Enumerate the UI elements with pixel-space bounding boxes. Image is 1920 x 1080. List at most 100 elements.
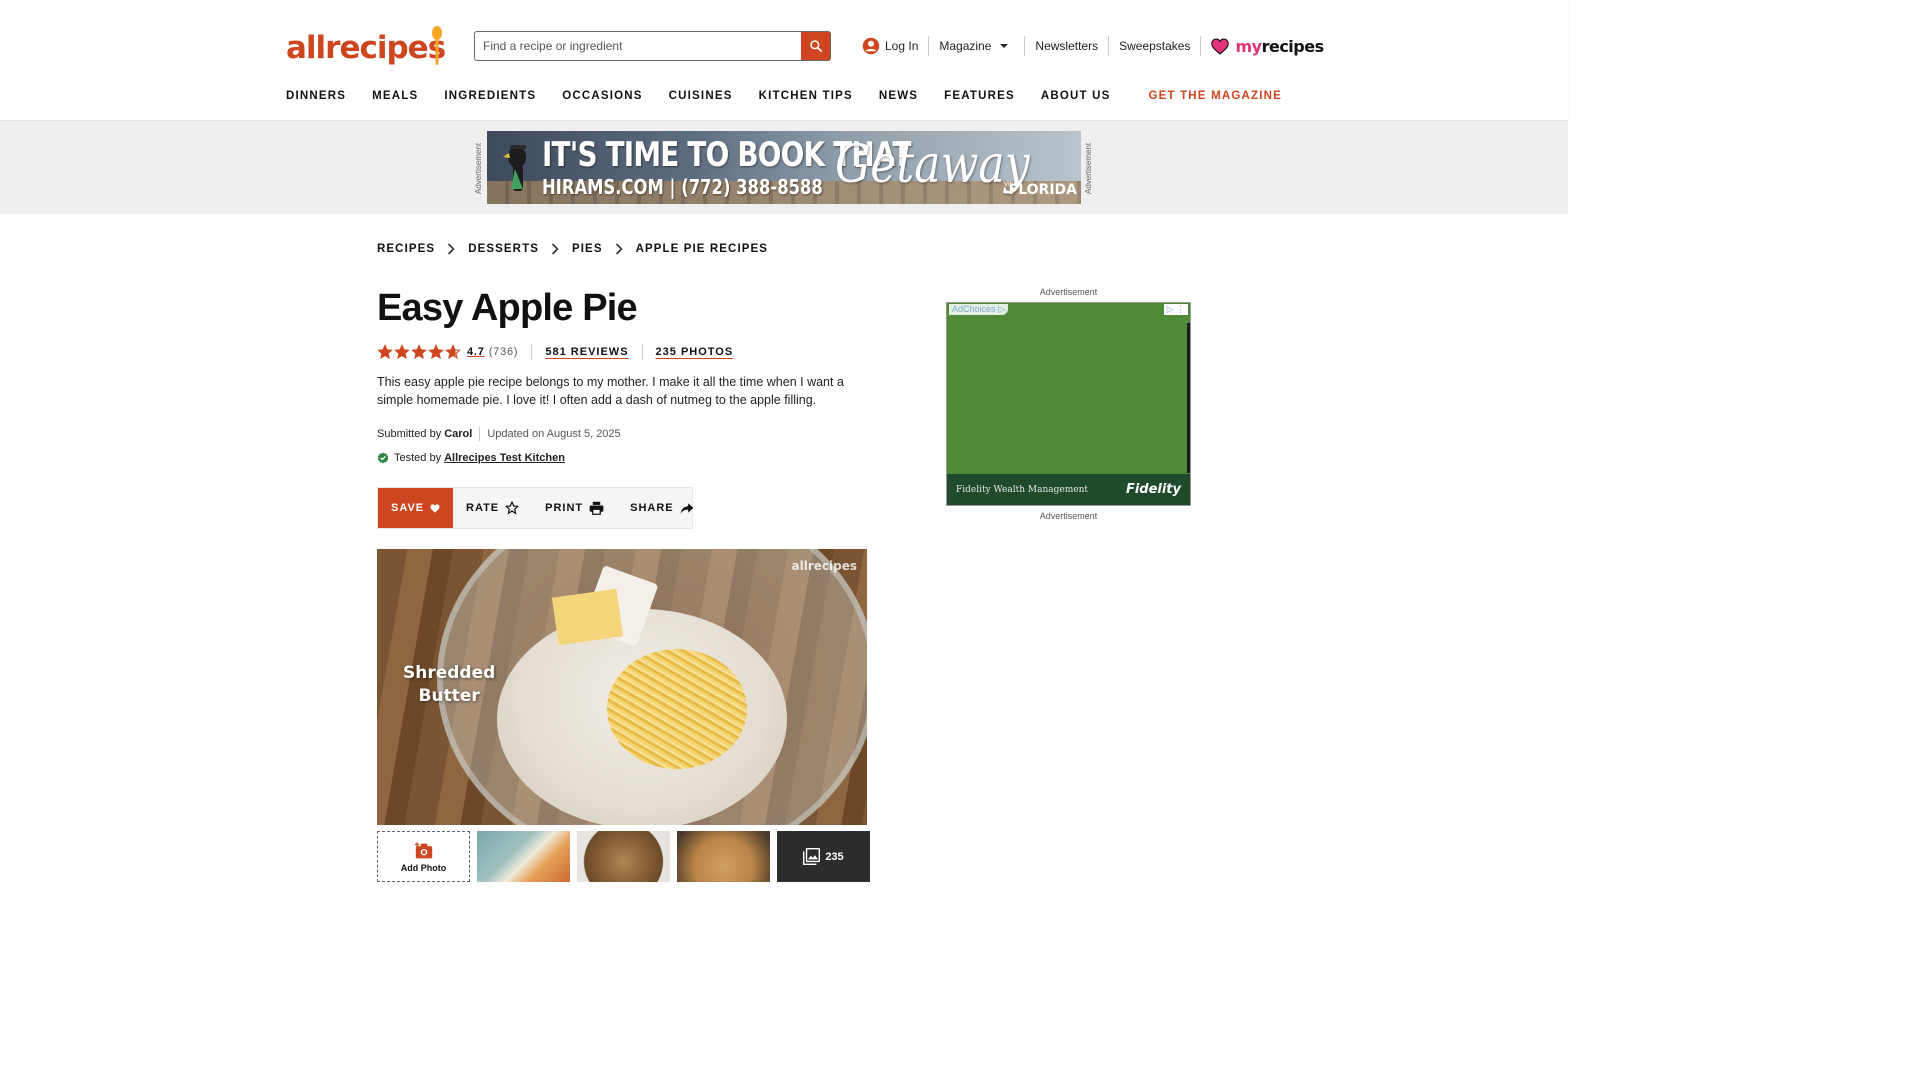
myrecipes-link[interactable]: myrecipes [1201, 36, 1333, 56]
gallery-icon [803, 848, 821, 865]
rating-value: 4.7 [467, 346, 485, 358]
nav-dinners[interactable]: DINNERS [286, 90, 346, 102]
add-photo-label: Add Photo [400, 863, 447, 873]
ad-brand-logo: Fidelity [1125, 482, 1181, 497]
divider [531, 344, 533, 360]
star-full-icon [377, 344, 393, 360]
ad-footer: Fidelity Wealth Management Fidelity [947, 474, 1190, 505]
print-button[interactable]: PRINT [532, 488, 617, 528]
chevron-right-icon [551, 243, 559, 255]
author-name[interactable]: Carol [444, 428, 472, 440]
ad-strip [1187, 323, 1190, 473]
video-watermark: allrecipes [791, 559, 857, 573]
main-nav: DINNERS MEALS INGREDIENTS OCCASIONS CUIS… [286, 90, 1111, 102]
divider [641, 344, 643, 360]
rating-row: 4.7 (736) 581 REVIEWS 235 PHOTOS [377, 343, 733, 361]
breadcrumb-recipes[interactable]: RECIPES [377, 243, 435, 255]
photo-count: 235 [825, 850, 844, 863]
photo-thumbnail[interactable] [577, 831, 670, 882]
submitted-by-label: Submitted by [377, 428, 442, 440]
breadcrumb-desserts[interactable]: DESSERTS [468, 243, 539, 255]
newsletters-label: Newsletters [1035, 39, 1099, 53]
advertisement-label: Advertisement [1039, 287, 1098, 297]
advertisement-label: Advertisement [1039, 511, 1098, 521]
nav-kitchen-tips[interactable]: KITCHEN TIPS [759, 90, 853, 102]
nav-meals[interactable]: MEALS [372, 90, 418, 102]
byline: Submitted by Carol Updated on August 5, … [377, 427, 621, 441]
star-rating[interactable] [377, 344, 461, 360]
printer-icon [589, 501, 604, 515]
tested-by: Tested by Allrecipes Test Kitchen [377, 452, 565, 464]
caret-down-icon [1000, 44, 1009, 48]
magazine-label: Magazine [939, 39, 992, 53]
parrot-icon [503, 145, 526, 191]
save-label: SAVE [391, 502, 425, 514]
adchoices-badge[interactable]: AdChoices ▷ [949, 304, 1008, 315]
rating-count: (736) [488, 346, 519, 358]
breadcrumb-pies[interactable]: PIES [572, 243, 603, 255]
ad-sponsor: Fidelity Wealth Management [956, 484, 1088, 495]
nav-ingredients[interactable]: INGREDIENTS [444, 90, 536, 102]
utility-nav: Log In Magazine Newsletters Sweepstakes … [862, 35, 1334, 57]
verified-check-icon [377, 452, 389, 464]
star-outline-icon [505, 501, 520, 515]
reviews-link[interactable]: 581 REVIEWS [545, 346, 628, 358]
sweepstakes-link[interactable]: Sweepstakes [1109, 36, 1200, 56]
myrecipes-my: my [1235, 36, 1262, 56]
recipe-video[interactable]: Shredded Butter allrecipes [377, 549, 867, 825]
nav-features[interactable]: FEATURES [944, 90, 1015, 102]
nav-cuisines[interactable]: CUISINES [669, 90, 733, 102]
save-button[interactable]: SAVE [378, 488, 453, 528]
nav-news[interactable]: NEWS [879, 90, 918, 102]
heart-icon [1211, 37, 1230, 55]
search-button[interactable] [801, 32, 830, 60]
banner-script: Getaway [835, 135, 1030, 195]
get-the-magazine-link[interactable]: GET THE MAGAZINE [1148, 90, 1282, 102]
banner-subline: HIRAMS.COM | (772) 388-8588 [542, 175, 823, 199]
newsletters-link[interactable]: Newsletters [1025, 36, 1108, 56]
star-full-icon [394, 344, 410, 360]
advertisement-label: Advertisement [1084, 142, 1093, 194]
photo-thumbnail[interactable] [677, 831, 770, 882]
rate-label: RATE [466, 502, 500, 514]
photo-thumbnail[interactable] [477, 831, 570, 882]
video-caption: Shredded Butter [403, 662, 495, 708]
nav-occasions[interactable]: OCCASIONS [562, 90, 642, 102]
recipe-actions: SAVE RATE PRINT SHARE [377, 487, 694, 529]
adchoices-label: AdChoices [952, 304, 996, 314]
video-butter [551, 588, 624, 646]
banner-florida: FLORIDA [1008, 182, 1077, 198]
ad-options-icon[interactable]: ▷ ⋮ [1163, 304, 1188, 315]
login-label: Log In [885, 39, 919, 53]
star-half-icon [445, 344, 461, 360]
chevron-right-icon [615, 243, 623, 255]
sidebar-ad[interactable]: AdChoices ▷ ▷ ⋮ Fidelity Wealth Manageme… [946, 302, 1191, 506]
add-photo-button[interactable]: Add Photo [377, 831, 470, 882]
nav-about-us[interactable]: ABOUT US [1041, 90, 1111, 102]
magazine-dropdown[interactable]: Magazine [929, 36, 1019, 56]
test-kitchen-link[interactable]: Allrecipes Test Kitchen [444, 452, 565, 464]
share-button[interactable]: SHARE [617, 488, 707, 528]
site-header: allrecipes Log In Magazine [0, 0, 1568, 121]
search-icon [809, 40, 822, 53]
banner-ad[interactable]: IT'S TIME TO BOOK THAT HIRAMS.COM | (772… [487, 131, 1081, 204]
photos-link[interactable]: 235 PHOTOS [656, 346, 734, 358]
myrecipes-wordmark: myrecipes [1235, 36, 1324, 56]
photo-thumbnails: Add Photo 235 [377, 831, 870, 882]
sweepstakes-label: Sweepstakes [1119, 39, 1191, 53]
search-input[interactable] [475, 32, 801, 60]
breadcrumb: RECIPES DESSERTS PIES APPLE PIE RECIPES [377, 243, 768, 255]
add-photo-icon [414, 842, 432, 859]
video-caption-line1: Shredded [403, 663, 496, 683]
advertisement-label: Advertisement [474, 142, 483, 194]
breadcrumb-apple-pie-recipes[interactable]: APPLE PIE RECIPES [636, 243, 768, 255]
rate-button[interactable]: RATE [453, 488, 532, 528]
search-bar [474, 31, 831, 61]
more-photos-button[interactable]: 235 [777, 831, 870, 882]
logo-text: allrecipes [286, 30, 446, 66]
divider [479, 427, 481, 441]
chevron-right-icon [448, 243, 455, 255]
allrecipes-logo[interactable]: allrecipes [286, 24, 446, 68]
star-full-icon [428, 344, 444, 360]
login-link[interactable]: Log In [862, 36, 928, 56]
